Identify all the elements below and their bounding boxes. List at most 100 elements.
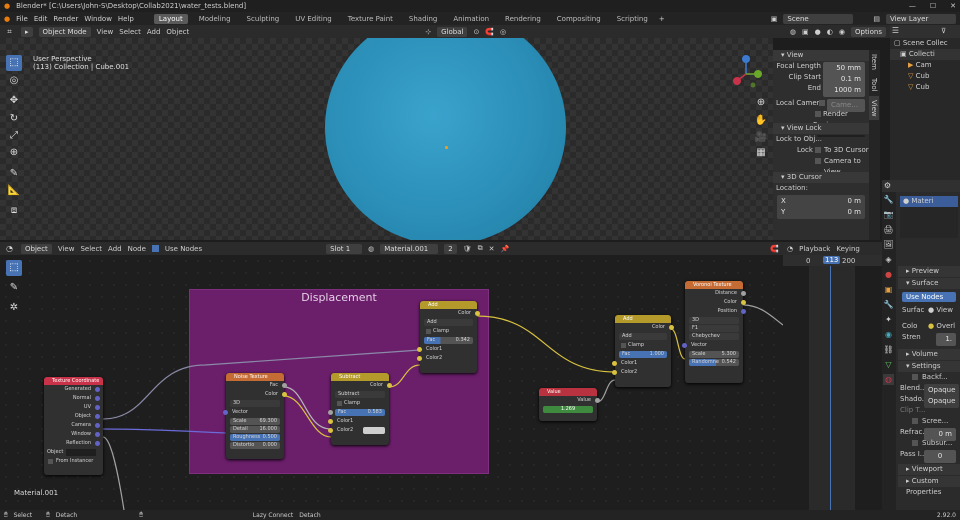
subsurface-checkbox[interactable] (912, 440, 918, 446)
annotate-tool[interactable]: ✎ (6, 166, 22, 182)
node-menu-view[interactable]: View (58, 245, 75, 253)
to-cursor-checkbox[interactable] (815, 147, 821, 153)
water-sphere[interactable] (325, 38, 566, 240)
proportional-icon[interactable]: ◎ (500, 28, 506, 36)
editor-type-icon[interactable]: ⌗ (4, 26, 15, 37)
zoom-icon[interactable]: ⊕ (753, 95, 769, 111)
subtract-clamp-checkbox[interactable] (337, 401, 342, 406)
menu-help[interactable]: Help (118, 15, 134, 23)
voronoi-dimensions-dropdown[interactable]: 3D (689, 317, 739, 324)
voronoi-feature-dropdown[interactable]: F1 (689, 325, 739, 332)
preview-panel[interactable]: ▸ Preview (898, 266, 960, 277)
voronoi-scale-field[interactable]: Scale 5.300 (689, 351, 739, 358)
node-menu-node[interactable]: Node (128, 245, 146, 253)
tab-texture-paint[interactable]: Texture Paint (343, 14, 398, 24)
shading-material-icon[interactable]: ◐ (827, 28, 833, 36)
local-camera-checkbox[interactable] (819, 100, 825, 106)
subtract-output-socket[interactable] (387, 383, 392, 388)
view-layer-selector[interactable]: View Layer (886, 13, 956, 24)
texture-coordinate-header[interactable]: Texture Coordinate (44, 377, 103, 385)
tab-scripting[interactable]: Scripting (612, 14, 653, 24)
custom-properties-panel[interactable]: ▸ Custom Properties (898, 476, 960, 496)
pin-icon[interactable]: 📌 (500, 245, 509, 253)
node-menu-add[interactable]: Add (108, 245, 122, 253)
viewport-menu-add[interactable]: Add (147, 28, 161, 36)
add-cube-tool[interactable]: ⧈ (6, 203, 22, 219)
viewport-3d[interactable]: User Perspective (113) Collection | Cube… (0, 38, 773, 240)
view-layer-props-icon[interactable]: 🖼 (883, 239, 894, 250)
tab-modeling[interactable]: Modeling (194, 14, 236, 24)
subtract-header[interactable]: Subtract (331, 373, 389, 381)
timeline-editor-icon[interactable]: ◔ (787, 245, 793, 253)
socket-uv[interactable] (95, 405, 100, 410)
scene-selector[interactable]: Scene (783, 13, 854, 24)
add1-header[interactable]: Add (420, 301, 477, 309)
add2-clamp-checkbox[interactable] (621, 343, 626, 348)
use-nodes-button[interactable]: Use Nodes (902, 292, 956, 302)
options-dropdown[interactable]: Options (850, 26, 886, 37)
snap-node-icon[interactable]: 🧲 (770, 245, 779, 253)
outliner-editor-icon[interactable]: ☰ (890, 25, 901, 36)
move-tool[interactable]: ✥ (6, 93, 22, 109)
3d-cursor-header[interactable]: ▾ 3D Cursor (773, 172, 869, 183)
navigation-gizmo[interactable] (728, 54, 764, 92)
pan-hand-icon[interactable]: ✋ (753, 113, 769, 129)
overlays-icon[interactable]: ◍ (790, 28, 796, 36)
add2-color1-socket[interactable] (612, 361, 617, 366)
add1-blend-dropdown[interactable]: Add (424, 319, 473, 326)
add1-fac-field[interactable]: Fac 0.342 (424, 337, 473, 344)
socket-normal[interactable] (95, 396, 100, 401)
add1-color1-socket[interactable] (417, 347, 422, 352)
menu-file[interactable]: File (16, 15, 28, 23)
view-socket[interactable]: ● View (928, 305, 953, 316)
lock-object-field[interactable] (817, 135, 865, 137)
material-browse-icon[interactable]: ◍ (368, 245, 374, 253)
material-props-icon[interactable]: ◍ (883, 374, 894, 385)
render-props-icon[interactable]: 📷 (883, 209, 894, 220)
properties-editor-icon[interactable]: ⚙ (882, 180, 893, 191)
subtract-mix-node[interactable]: Subtract Color Subtract Clamp Fac 0.583 C… (328, 373, 392, 445)
tab-item[interactable]: Item (869, 50, 879, 74)
rotate-tool[interactable]: ↻ (6, 111, 22, 127)
particles-props-icon[interactable]: ✦ (883, 314, 894, 325)
voronoi-distance-dropdown[interactable]: Chebychev (689, 333, 739, 340)
voronoi-texture-header[interactable]: Voronoi Texture (685, 281, 743, 289)
menu-render[interactable]: Render (53, 15, 78, 23)
tab-shading[interactable]: Shading (404, 14, 442, 24)
select-box-tool[interactable]: ⬚ (6, 55, 22, 71)
snap-icon[interactable]: 🧲 (485, 28, 494, 36)
add1-clamp-checkbox[interactable] (426, 329, 431, 334)
add2-fac-field[interactable]: Fac 1.000 (619, 351, 667, 358)
object-field[interactable] (66, 449, 96, 456)
camera-view-icon[interactable]: 🎥 (753, 130, 769, 146)
view-panel-header[interactable]: ▾ View (773, 50, 869, 61)
duplicate-material-icon[interactable]: ⧉ (478, 244, 483, 253)
socket-camera[interactable] (95, 423, 100, 428)
slot-dropdown[interactable]: Slot 1 (326, 243, 363, 254)
playback-menu[interactable]: Playback (799, 245, 830, 253)
noise-distortion-field[interactable]: Distortio 0.000 (230, 442, 280, 449)
keying-menu[interactable]: Keying (836, 245, 860, 253)
settings-panel[interactable]: ▾ Settings (898, 361, 960, 372)
voronoi-vector-socket[interactable] (682, 343, 687, 348)
noise-fac-socket[interactable] (282, 383, 287, 388)
voronoi-color-socket[interactable] (741, 300, 746, 305)
add1-output-socket[interactable] (475, 311, 480, 316)
viewport-menu-select[interactable]: Select (119, 28, 141, 36)
cursor-tool[interactable]: ◎ (6, 73, 22, 89)
tab-sculpting[interactable]: Sculpting (242, 14, 285, 24)
scene-props-icon[interactable]: ◈ (883, 254, 894, 265)
node-editor-type-icon[interactable]: ◔ (4, 243, 15, 254)
screen-refraction-checkbox[interactable] (912, 418, 918, 424)
subtract-fac-field[interactable]: Fac 0.583 (328, 409, 385, 416)
fake-user-icon[interactable]: 🛡 (463, 245, 472, 253)
select-mode-icon[interactable]: ▸ (21, 26, 33, 37)
noise-vector-socket[interactable] (223, 410, 228, 415)
minimize-icon[interactable]: — (909, 2, 916, 10)
add2-header[interactable]: Add (615, 315, 671, 323)
tab-tool[interactable]: Tool (869, 74, 879, 96)
noise-detail-field[interactable]: Detail 16.000 (230, 426, 280, 433)
xray-icon[interactable]: ▣ (802, 28, 809, 36)
tab-uv-editing[interactable]: UV Editing (290, 14, 337, 24)
value-node[interactable]: Value Value 1.269 (539, 388, 600, 421)
